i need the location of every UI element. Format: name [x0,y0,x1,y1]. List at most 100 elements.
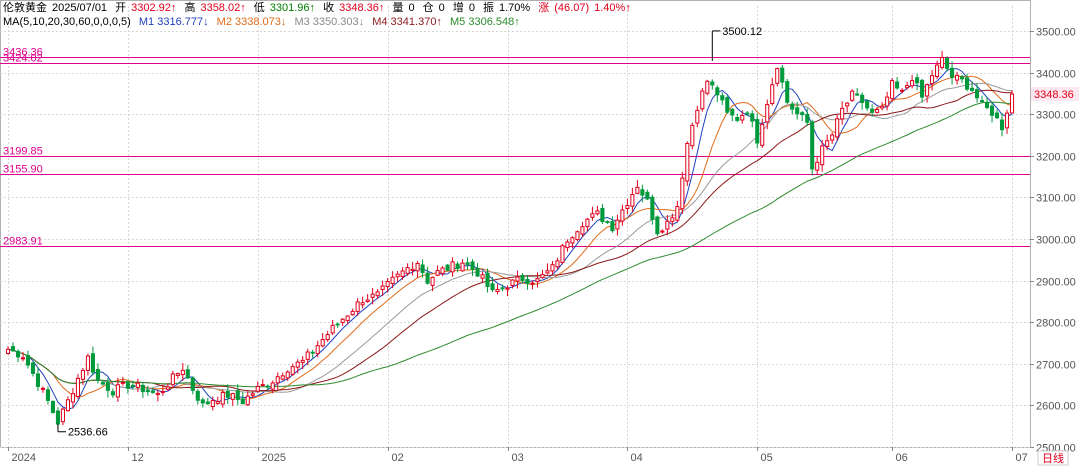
candle-body [935,64,940,78]
volume-value: 0 [408,2,415,14]
candle-body [40,387,46,390]
ma4-value: M4 3341.370↑ [372,16,442,28]
candle [465,257,470,270]
y-tick-label: 3500.00 [1036,27,1076,39]
candle-body [370,293,375,298]
candle-body [415,262,420,272]
candle [30,361,36,377]
candle [325,330,330,342]
chg-label: 涨 [538,2,550,14]
candle-body [755,119,760,144]
candle-body [640,189,645,196]
oi-value: 0 [438,2,445,14]
candle-body [565,241,570,249]
candle [830,132,835,144]
candle-body [940,56,945,68]
candle [915,73,920,91]
candle-body [650,196,655,220]
candlestick-chart[interactable]: 2500.002600.002700.002800.002900.003000.… [0,0,1080,467]
candle [85,353,90,376]
inc-value: 0 [468,2,475,14]
candle-body [870,108,875,113]
candle-body [165,386,170,390]
candle-body [585,218,590,228]
candle-body [800,112,805,116]
candle-body [295,361,300,368]
candle [410,261,415,276]
candle-body [200,399,205,404]
y-tick-label: 2800.00 [1036,318,1076,330]
candle-body [920,79,925,98]
candle-body [230,393,235,400]
candle-body [600,207,605,222]
candle-body [255,385,260,392]
candle [715,85,720,102]
candle-body [220,391,225,405]
candle-body [475,267,480,277]
candle-body [325,334,330,341]
candle-body [730,108,735,116]
open-value: 3302.92↑ [131,2,177,14]
symbol-name: 伦敦黄金 [3,2,47,14]
candle [840,101,845,125]
candle-body [205,401,210,405]
ma1-value: M1 3316.777↓ [138,16,209,28]
candle-body [180,369,185,376]
candle-body [595,210,600,215]
candle-body [455,263,460,269]
plot-frame [0,0,1031,448]
y-tick-label: 2900.00 [1036,277,1076,289]
candle-body [125,381,130,389]
y-tick-label: 3000.00 [1036,235,1076,247]
candle [110,388,115,398]
ma2-line [7,75,1013,401]
candle-body [745,112,750,115]
candle [750,110,755,128]
candle-body [490,283,495,291]
oi-label: 仓 [422,2,434,14]
candle-body [690,124,695,147]
price-level-label: 3424.02 [3,53,43,65]
candle [10,342,16,352]
candle-body [680,177,685,210]
candle-body [110,391,115,396]
high-label: 高 [184,2,196,14]
candle [900,88,905,94]
candle-body [760,123,765,146]
candle [685,141,690,186]
candle [825,134,830,151]
candle-body [260,384,265,387]
candle [865,99,870,111]
candle-body [880,105,885,109]
ma5-line [7,101,1013,388]
candle [775,67,780,87]
candle [880,102,885,111]
candle-body [225,390,230,398]
candle [810,119,815,176]
candle [65,396,70,412]
candle [855,87,860,97]
candle-body [80,369,85,380]
candle [445,264,450,272]
candle-body [610,221,615,232]
candle [35,367,41,391]
candle-body [725,97,730,113]
candle-body [95,369,100,381]
candle-body [115,384,120,398]
candle-body [775,68,780,84]
low-label: 低 [253,2,265,14]
candle [695,105,700,128]
candle-body [715,87,720,96]
candle-body [170,373,175,386]
candle-body [780,67,785,83]
candle-body [20,357,26,360]
candle-body [530,282,535,285]
candle-body [465,262,470,266]
candle [994,109,1000,120]
candle-body [845,102,850,107]
candle-body [395,273,400,278]
inc-label: 增 [452,2,464,14]
candle [435,265,440,277]
price-header: 伦敦黄金 2025/07/01 开 3302.92↑ 高 3358.02↑ 低 3301… [3,2,636,15]
candle [885,91,890,111]
